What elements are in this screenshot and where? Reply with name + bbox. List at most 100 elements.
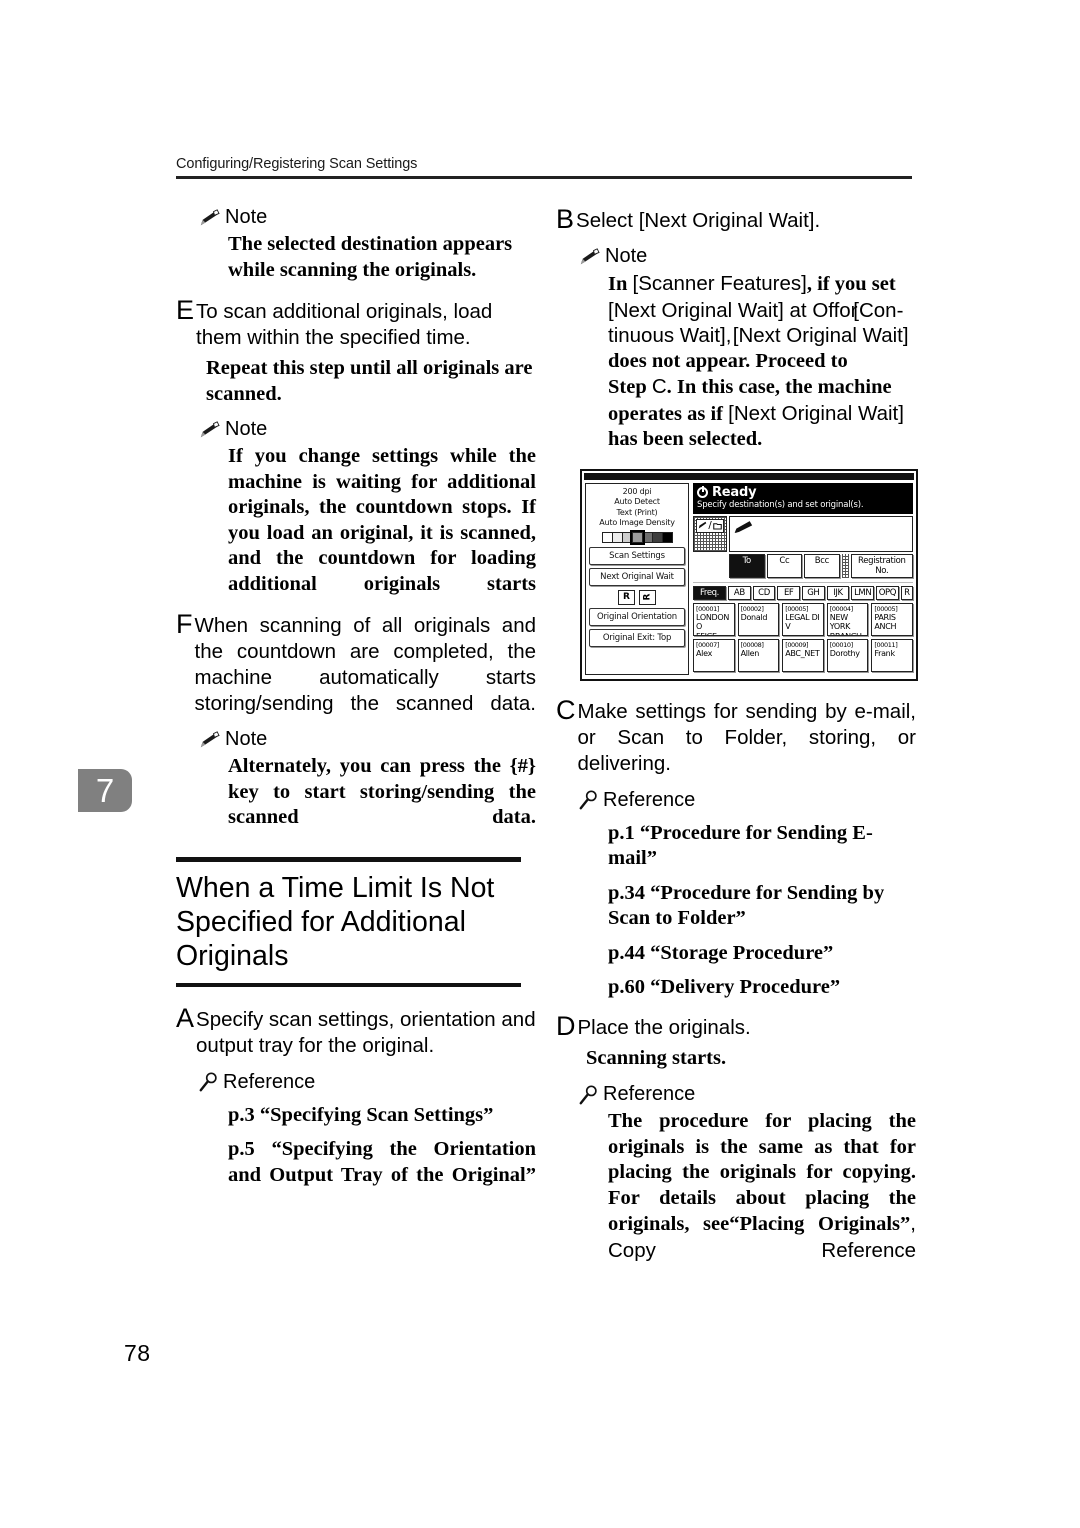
reference-label: Reference (603, 1083, 696, 1105)
orientation-mark-upright[interactable]: R (618, 589, 635, 605)
folder-icon (712, 522, 722, 530)
destination-cell[interactable]: [00009] ABC_NET (782, 638, 824, 672)
email-folder-chip[interactable]: / (696, 518, 724, 533)
note-text-post: key to start storing/sending the scanned… (228, 780, 536, 829)
note-line-7: has been selected. (608, 427, 916, 453)
destination-cell[interactable]: [00011] Frank (871, 638, 913, 672)
note-line-2: [Next Original Wait] at Off or [Con- (608, 298, 904, 322)
original-exit-button[interactable]: Original Exit: Top (589, 628, 685, 647)
destination-cell[interactable]: [00004] NEW YORK BRANCH (826, 602, 869, 636)
pencil-icon (198, 208, 220, 228)
alpha-tab-lmn[interactable]: LMN (851, 585, 875, 600)
destination-name: PARIS ANCH (874, 612, 897, 632)
destination-id: [00004] (829, 604, 853, 613)
note-bracket-token: [Con- (853, 298, 904, 322)
step-b-text-pre: Select (576, 209, 639, 232)
destination-cell[interactable]: [00007] Alex (693, 638, 735, 672)
note-heading: Note (198, 206, 536, 229)
reference-item: p.1 “Procedure for Sending E-mail” (608, 821, 873, 870)
alphabet-index-tabs: Freq. AB CD EF GH IJK LMN OPQ R (693, 581, 914, 600)
next-original-wait-button[interactable]: Next Original Wait (589, 567, 685, 586)
note-line-5: Step C. In this case, the machine (608, 375, 892, 398)
destination-row: [00001] LONDON O FFICE [00002] Donald [0… (693, 602, 913, 636)
pencil-icon (198, 420, 220, 440)
note-label: Note (225, 206, 268, 228)
density-cell-selected[interactable] (630, 529, 645, 545)
note-text: In [Scanner Features], if you set [Next … (608, 271, 916, 453)
reference-quoted-title: “Placing Originals” (729, 1213, 911, 1235)
note-line-1: In [Scanner Features], if you set (608, 272, 896, 295)
orientation-mark-rotated[interactable]: R (639, 589, 656, 605)
alpha-tab-ef[interactable]: EF (777, 585, 801, 600)
destination-id: [00010] (829, 640, 853, 649)
summary-line: Text (Print) (616, 507, 658, 517)
right-column: B Select [Next Original Wait]. Note In [… (556, 206, 918, 1264)
magnifier-icon (198, 1071, 220, 1093)
destination-cell[interactable]: [00005] PARIS ANCH (871, 602, 913, 636)
note-bracket-token: [Next Original Wait] (732, 324, 909, 347)
step-a: A Specify scan settings, orientation and… (176, 1004, 536, 1059)
destination-id: [00007] (696, 640, 719, 649)
reference-heading: Reference (578, 1083, 916, 1106)
destination-id: [00008] (740, 640, 764, 649)
reference-heading: Reference (578, 789, 916, 812)
operation-panel-screenshot: 200 dpi Auto Detect Text (Print) Auto Im… (580, 468, 918, 681)
alpha-tab-gh[interactable]: GH (802, 585, 825, 600)
step-ref-letter: C (651, 375, 667, 398)
tab-row-spacer (693, 554, 727, 578)
alpha-tab-freq[interactable]: Freq. (693, 585, 726, 600)
destination-id: [00011] (874, 640, 898, 649)
status-subtitle: Specify destination(s) and set original(… (697, 499, 864, 510)
alpha-tab-opq[interactable]: OPQ (876, 585, 899, 600)
pencil-icon (198, 730, 220, 750)
note-text: If you change settings while the machine… (228, 445, 536, 595)
step-e-followup: Repeat this step until all originals are… (206, 357, 533, 405)
reference-item: p.44 “Storage Procedure” (608, 941, 834, 964)
alpha-tab-ab[interactable]: AB (728, 585, 751, 600)
destination-display-field[interactable] (729, 515, 913, 552)
note-heading: Note (578, 245, 916, 268)
note-label: Note (225, 728, 268, 750)
destination-cell[interactable]: [00001] LONDON O FFICE (693, 602, 735, 636)
note-label: Note (605, 245, 648, 267)
destination-cell[interactable]: [00010] Dorothy (826, 638, 869, 672)
reference-label: Reference (223, 1070, 316, 1093)
destination-id: [00001] (696, 604, 719, 613)
image-density-scale[interactable] (588, 529, 686, 545)
alpha-tab-r[interactable]: R (900, 585, 914, 600)
destination-cell[interactable]: [00005] LEGAL DI V (782, 602, 824, 636)
status-title-row: Ready (697, 485, 909, 500)
registration-no-button[interactable]: Registration No. (850, 553, 914, 578)
density-cell[interactable] (662, 531, 673, 543)
destination-cell[interactable]: [00002] Donald (737, 602, 780, 636)
destination-id: [00005] (785, 604, 809, 613)
tab-separator (841, 553, 849, 578)
destination-name: ABC_NET (785, 648, 820, 658)
alpha-tab-ijk[interactable]: IJK (826, 585, 850, 600)
panel-top-bar (584, 472, 914, 480)
destination-id: [00009] (785, 640, 809, 649)
reference-manual-name: Copy Reference (608, 1238, 916, 1262)
alpha-tab-cd[interactable]: CD (752, 585, 776, 600)
status-bar: Ready Specify destination(s) and set ori… (693, 482, 913, 514)
scan-settings-button[interactable]: Scan Settings (589, 546, 685, 565)
destination-id: [00005] (874, 604, 898, 613)
summary-line: Auto Image Density (599, 518, 675, 527)
step-b: B Select [Next Original Wait]. (556, 206, 916, 234)
chapter-tab: 7 (78, 769, 132, 812)
tab-to[interactable]: To (729, 553, 765, 578)
orientation-mark-label: R (642, 593, 653, 601)
reference-item: p.34 “Procedure for Sending by Scan to F… (608, 881, 885, 930)
destination-cell[interactable]: [00008] Allen (737, 638, 780, 672)
chip-separator: / (708, 519, 712, 531)
note-text-pre: Alternately, you can press the (228, 755, 510, 777)
destination-entry-block: / (693, 515, 913, 552)
tab-bcc[interactable]: Bcc (804, 553, 840, 578)
note-bracket-token: [Next Original Wait] (608, 298, 784, 322)
tab-cc[interactable]: Cc (766, 553, 803, 578)
original-orientation-button[interactable]: Original Orientation (589, 607, 685, 626)
envelope-icon (699, 521, 707, 529)
reference-body: The procedure for placing the originals … (608, 1109, 916, 1264)
reference-item: p.3 “Specifying Scan Settings” (228, 1103, 494, 1126)
destination-name: LEGAL DI V (785, 612, 820, 632)
